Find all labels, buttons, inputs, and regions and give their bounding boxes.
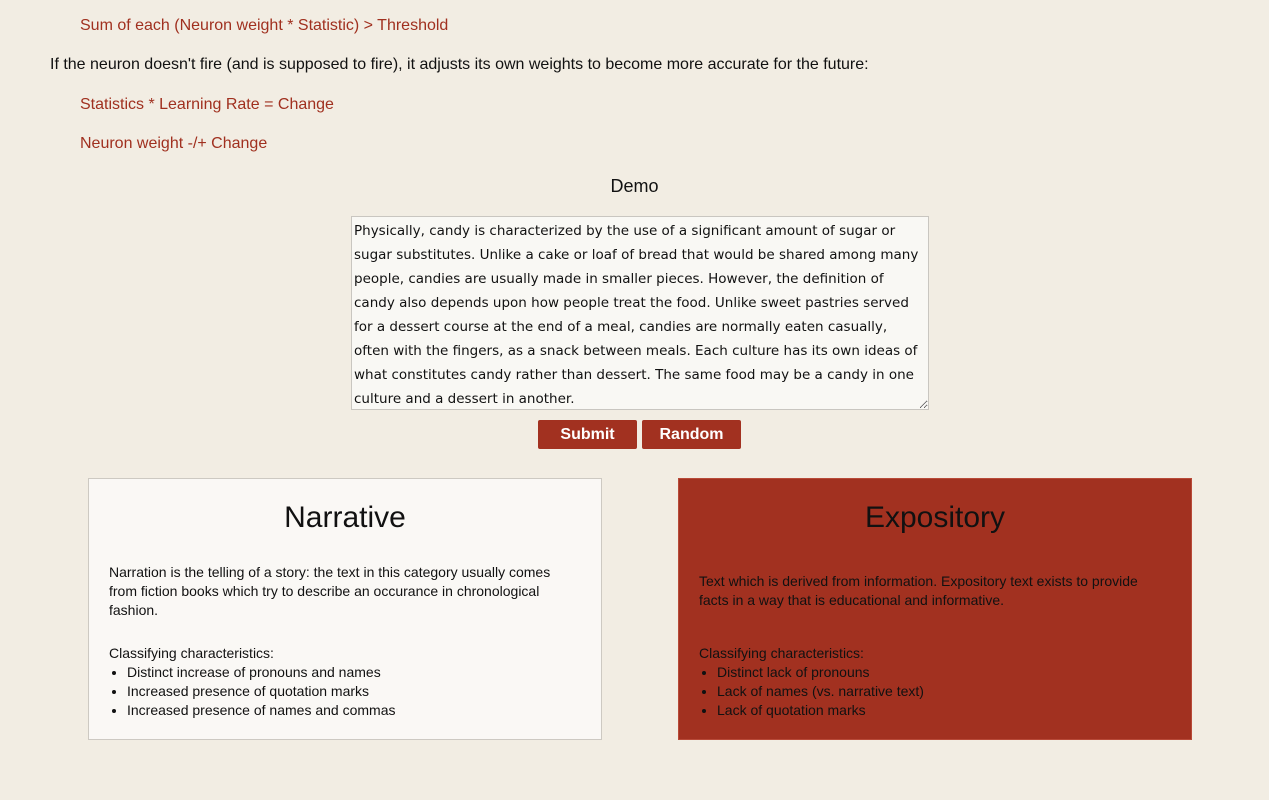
list-item: Increased presence of quotation marks xyxy=(127,682,581,701)
intro-text: If the neuron doesn't fire (and is suppo… xyxy=(50,56,869,73)
narrative-card: Narrative Narration is the telling of a … xyxy=(88,478,602,740)
random-button[interactable]: Random xyxy=(642,420,741,449)
list-item: Lack of quotation marks xyxy=(717,701,1171,720)
narrative-characteristics: Classifying characteristics: Distinct in… xyxy=(109,644,581,720)
list-item: Distinct lack of pronouns xyxy=(717,663,1171,682)
narrative-characteristics-label: Classifying characteristics: xyxy=(109,645,274,661)
narrative-description: Narration is the telling of a story: the… xyxy=(109,564,551,618)
expository-description: Text which is derived from information. … xyxy=(699,573,1138,608)
expository-characteristics-label: Classifying characteristics: xyxy=(699,645,864,661)
narrative-title: Narrative xyxy=(284,501,406,534)
formula-weight: Neuron weight -/+ Change xyxy=(80,135,268,152)
submit-button[interactable]: Submit xyxy=(538,420,637,449)
list-item: Distinct increase of pronouns and names xyxy=(127,663,581,682)
formula-change: Statistics * Learning Rate = Change xyxy=(80,96,334,113)
expository-characteristics: Classifying characteristics: Distinct la… xyxy=(699,644,1171,720)
formula-threshold: Sum of each (Neuron weight * Statistic) … xyxy=(80,17,449,34)
list-item: Lack of names (vs. narrative text) xyxy=(717,682,1171,701)
demo-textarea[interactable] xyxy=(351,216,929,410)
page: Sum of each (Neuron weight * Statistic) … xyxy=(0,0,1269,800)
expository-characteristics-list: Distinct lack of pronouns Lack of names … xyxy=(699,663,1171,720)
expository-title: Expository xyxy=(864,501,1006,534)
narrative-characteristics-list: Distinct increase of pronouns and names … xyxy=(109,663,581,720)
expository-card: Expository Text which is derived from in… xyxy=(678,478,1192,740)
demo-title: Demo xyxy=(610,176,659,196)
list-item: Increased presence of names and commas xyxy=(127,701,581,720)
